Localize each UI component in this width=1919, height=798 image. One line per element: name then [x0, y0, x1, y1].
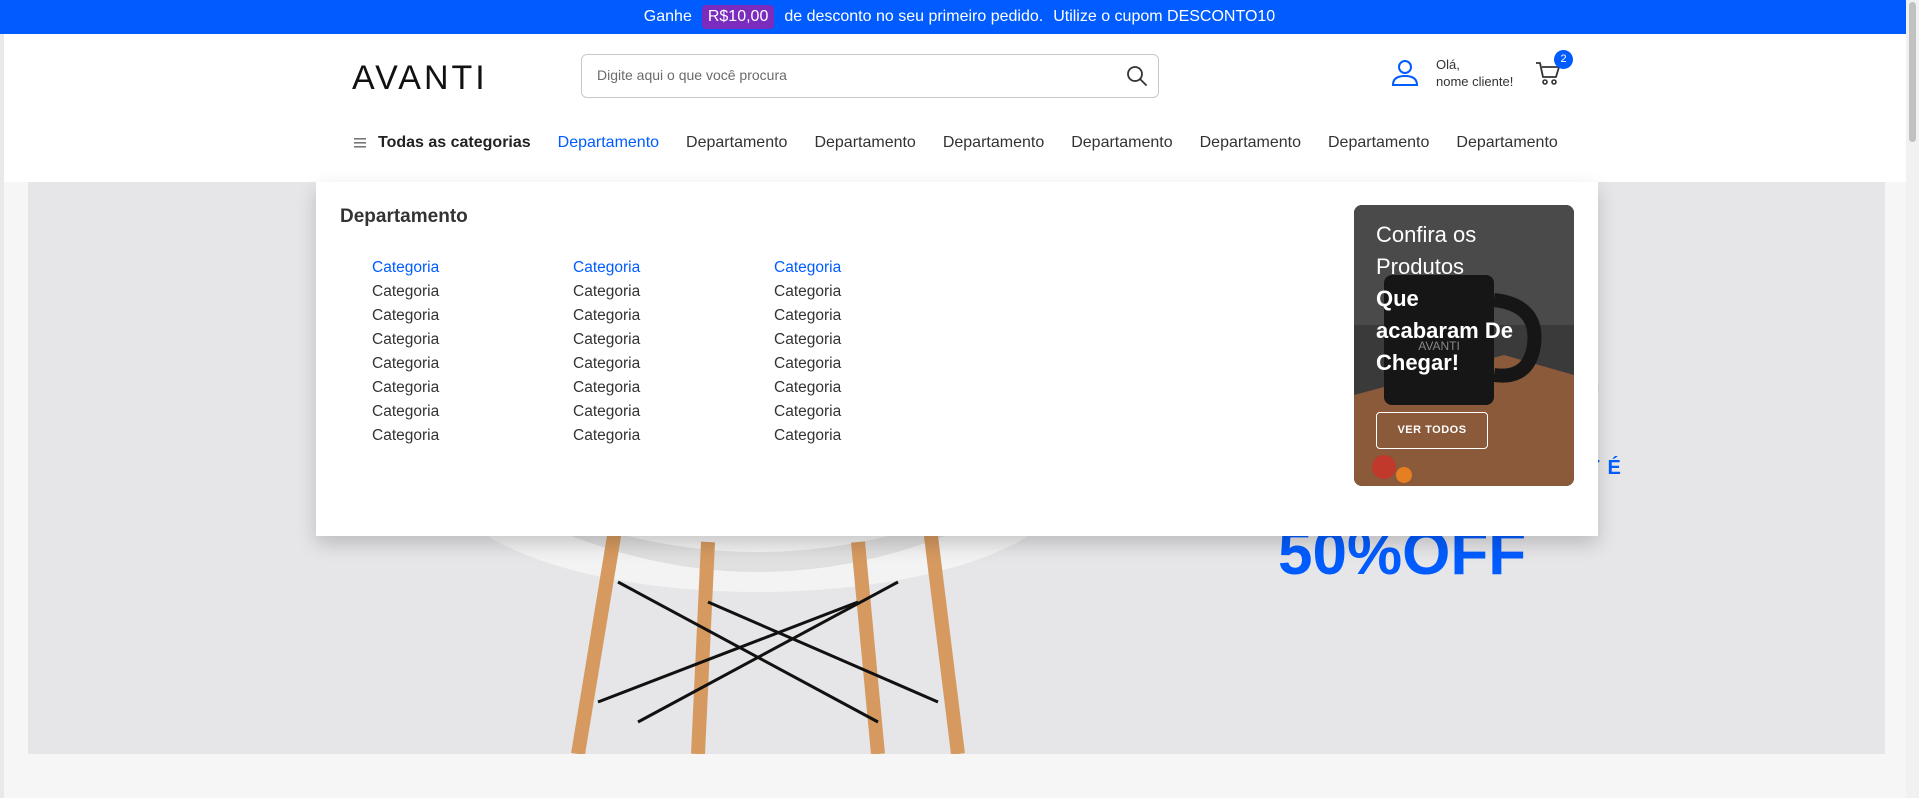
card-line-1: Confira os — [1376, 222, 1477, 247]
nav-department-4[interactable]: Departamento — [943, 134, 1044, 152]
nav-department-7[interactable]: Departamento — [1328, 134, 1429, 152]
dropdown-title: Departamento — [340, 206, 468, 227]
promo-text-after: Utilize o cupom DESCONTO10 — [1053, 8, 1276, 25]
card-line-2: Produtos — [1376, 254, 1465, 279]
category-link[interactable]: Categoria — [372, 280, 573, 304]
category-link[interactable]: Categoria — [774, 352, 975, 376]
scrollbar-thumb[interactable] — [1909, 2, 1916, 142]
category-link[interactable]: Categoria — [372, 256, 573, 280]
logo-text: AVANTI — [352, 59, 488, 95]
category-link[interactable]: Categoria — [372, 400, 573, 424]
promo-bar: Ganhe R$10,00 de desconto no seu primeir… — [0, 0, 1919, 34]
category-columns: Categoria Categoria Categoria Categoria … — [372, 256, 975, 448]
cart-count-badge: 2 — [1554, 50, 1573, 69]
search-box — [581, 54, 1159, 98]
category-column-1: Categoria Categoria Categoria Categoria … — [372, 256, 573, 448]
nav-department-8[interactable]: Departamento — [1456, 134, 1557, 152]
hamburger-icon — [354, 138, 366, 148]
all-categories-label: Todas as categorias — [378, 134, 531, 151]
promo-text-before: Ganhe — [643, 8, 692, 25]
category-link[interactable]: Categoria — [573, 424, 774, 448]
card-line-5: Chegar! — [1376, 350, 1460, 375]
site-header: AVANTI Olá, nome cliente! 2 — [4, 34, 1906, 182]
user-account[interactable]: Olá, nome cliente! — [1390, 56, 1513, 90]
category-link[interactable]: Categoria — [774, 256, 975, 280]
category-link[interactable]: Categoria — [774, 280, 975, 304]
category-link[interactable]: Categoria — [774, 376, 975, 400]
nav-department-1[interactable]: Departamento — [558, 134, 659, 152]
category-link[interactable]: Categoria — [573, 328, 774, 352]
category-link[interactable]: Categoria — [573, 376, 774, 400]
nav-department-3[interactable]: Departamento — [814, 134, 915, 152]
promo-badge: R$10,00 — [701, 5, 775, 29]
category-link[interactable]: Categoria — [774, 400, 975, 424]
category-link[interactable]: Categoria — [573, 256, 774, 280]
card-heading: Confira os Produtos Que acabaram De Cheg… — [1376, 219, 1561, 379]
category-link[interactable]: Categoria — [372, 376, 573, 400]
nav-department-5[interactable]: Departamento — [1071, 134, 1172, 152]
cart-button[interactable]: 2 — [1535, 50, 1573, 90]
category-link[interactable]: Categoria — [774, 304, 975, 328]
department-dropdown: Departamento Categoria Categoria Categor… — [316, 182, 1598, 536]
search-input[interactable] — [582, 55, 1102, 95]
greeting-line-1: Olá, — [1436, 57, 1460, 72]
view-all-button[interactable]: VER TODOS — [1376, 412, 1488, 449]
category-link[interactable]: Categoria — [372, 328, 573, 352]
scrollbar[interactable] — [1906, 0, 1919, 798]
user-greeting[interactable]: Olá, nome cliente! — [1436, 56, 1513, 90]
category-link[interactable]: Categoria — [573, 304, 774, 328]
search-icon[interactable] — [1126, 65, 1148, 87]
user-icon[interactable] — [1390, 58, 1420, 88]
category-link[interactable]: Categoria — [372, 424, 573, 448]
nav-department-6[interactable]: Departamento — [1200, 134, 1301, 152]
category-link[interactable]: Categoria — [774, 328, 975, 352]
category-link[interactable]: Categoria — [573, 352, 774, 376]
card-line-3: Que — [1376, 286, 1419, 311]
category-link[interactable]: Categoria — [573, 280, 774, 304]
category-link[interactable]: Categoria — [573, 400, 774, 424]
main-nav: Todas as categorias Departamento Departa… — [354, 130, 1558, 156]
new-products-card[interactable]: AVANTI Confira os Produtos Que acabaram … — [1354, 205, 1574, 486]
category-column-2: Categoria Categoria Categoria Categoria … — [573, 256, 774, 448]
category-link[interactable]: Categoria — [774, 424, 975, 448]
all-categories-button[interactable]: Todas as categorias — [354, 134, 531, 152]
promo-text-middle: de desconto no seu primeiro pedido. — [784, 8, 1044, 25]
category-link[interactable]: Categoria — [372, 352, 573, 376]
category-column-3: Categoria Categoria Categoria Categoria … — [774, 256, 975, 448]
nav-department-2[interactable]: Departamento — [686, 134, 787, 152]
category-link[interactable]: Categoria — [372, 304, 573, 328]
greeting-line-2: nome cliente! — [1436, 74, 1514, 89]
card-line-4: acabaram De — [1376, 318, 1513, 343]
avanti-logo[interactable]: AVANTI — [352, 59, 512, 95]
